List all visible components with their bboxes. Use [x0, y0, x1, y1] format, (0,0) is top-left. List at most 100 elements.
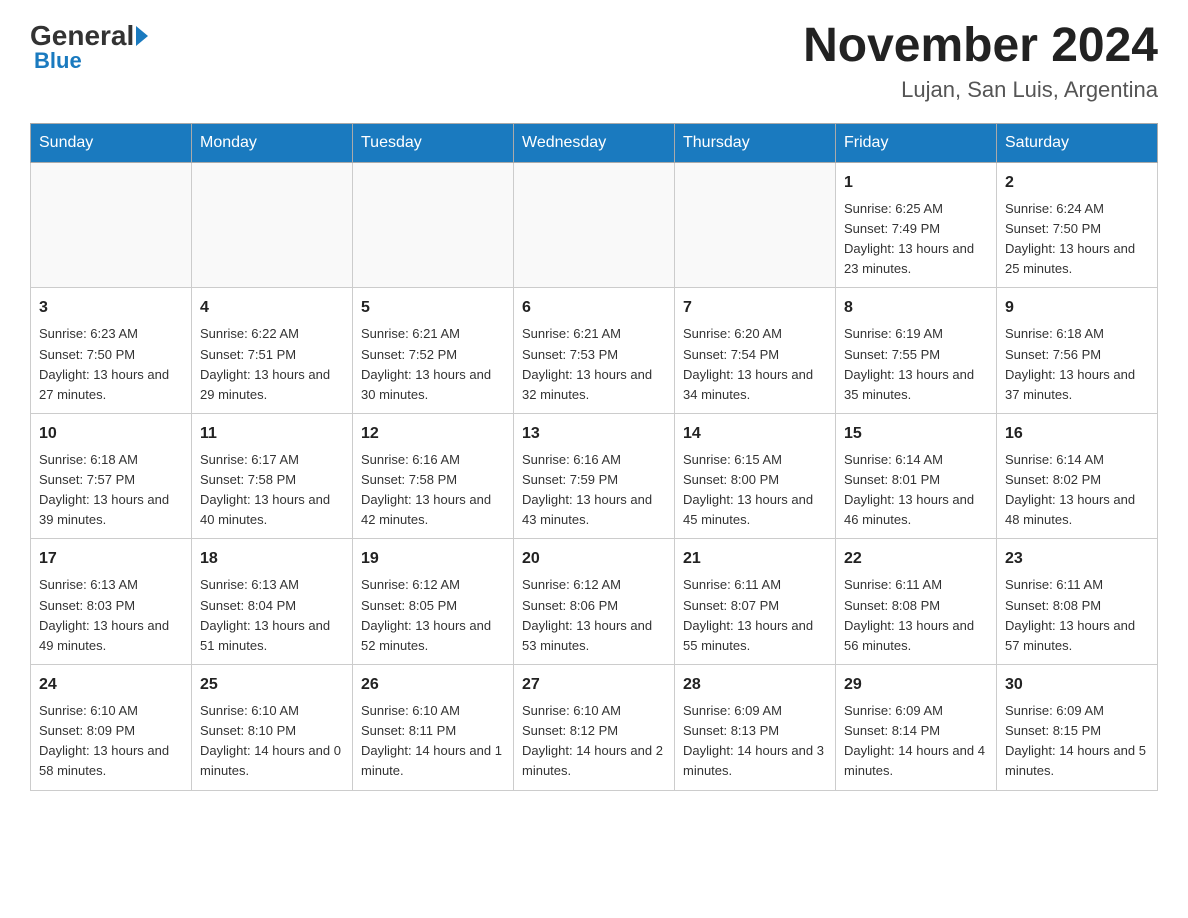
- day-info: Sunrise: 6:10 AMSunset: 8:10 PMDaylight:…: [200, 701, 344, 782]
- calendar-cell: 27 Sunrise: 6:10 AMSunset: 8:12 PMDayligh…: [514, 665, 675, 791]
- day-info: Sunrise: 6:09 AMSunset: 8:13 PMDaylight:…: [683, 701, 827, 782]
- calendar-cell: [353, 162, 514, 288]
- day-number: 5: [361, 296, 505, 320]
- day-info: Sunrise: 6:11 AMSunset: 8:07 PMDaylight:…: [683, 575, 827, 656]
- day-number: 1: [844, 171, 988, 195]
- day-info: Sunrise: 6:11 AMSunset: 8:08 PMDaylight:…: [1005, 575, 1149, 656]
- calendar-cell: 17Sunrise: 6:13 AMSunset: 8:03 PMDayligh…: [31, 539, 192, 665]
- calendar-cell: [31, 162, 192, 288]
- month-title: November 2024: [803, 20, 1158, 73]
- day-number: 11: [200, 422, 344, 446]
- calendar-cell: 1Sunrise: 6:25 AMSunset: 7:49 PMDaylight…: [836, 162, 997, 288]
- calendar-cell: 20 Sunrise: 6:12 AMSunset: 8:06 PMDayligh…: [514, 539, 675, 665]
- calendar-week-row: 3 Sunrise: 6:23 AMSunset: 7:50 PMDaylight…: [31, 288, 1158, 414]
- calendar-body: 1Sunrise: 6:25 AMSunset: 7:49 PMDaylight…: [31, 162, 1158, 790]
- calendar-cell: 18Sunrise: 6:13 AMSunset: 8:04 PMDayligh…: [192, 539, 353, 665]
- calendar-cell: 23 Sunrise: 6:11 AMSunset: 8:08 PMDayligh…: [997, 539, 1158, 665]
- day-info: Sunrise: 6:13 AMSunset: 8:04 PMDaylight:…: [200, 575, 344, 656]
- day-info: Sunrise: 6:16 AMSunset: 7:58 PMDaylight:…: [361, 450, 505, 531]
- calendar-cell: 12 Sunrise: 6:16 AMSunset: 7:58 PMDayligh…: [353, 413, 514, 539]
- day-info: Sunrise: 6:20 AMSunset: 7:54 PMDaylight:…: [683, 324, 827, 405]
- day-number: 7: [683, 296, 827, 320]
- calendar-cell: 29Sunrise: 6:09 AMSunset: 8:14 PMDayligh…: [836, 665, 997, 791]
- day-number: 10: [39, 422, 183, 446]
- calendar-cell: 2 Sunrise: 6:24 AMSunset: 7:50 PMDaylight…: [997, 162, 1158, 288]
- title-section: November 2024 Lujan, San Luis, Argentina: [803, 20, 1158, 103]
- calendar-cell: 30Sunrise: 6:09 AMSunset: 8:15 PMDayligh…: [997, 665, 1158, 791]
- logo-triangle-icon: [136, 26, 148, 46]
- day-number: 15: [844, 422, 988, 446]
- day-number: 2: [1005, 171, 1149, 195]
- day-info: Sunrise: 6:18 AMSunset: 7:57 PMDaylight:…: [39, 450, 183, 531]
- day-number: 20: [522, 547, 666, 571]
- calendar-cell: 3 Sunrise: 6:23 AMSunset: 7:50 PMDaylight…: [31, 288, 192, 414]
- calendar-week-row: 10 Sunrise: 6:18 AMSunset: 7:57 PMDayligh…: [31, 413, 1158, 539]
- calendar-week-row: 17Sunrise: 6:13 AMSunset: 8:03 PMDayligh…: [31, 539, 1158, 665]
- calendar-cell: [192, 162, 353, 288]
- calendar-cell: 26Sunrise: 6:10 AMSunset: 8:11 PMDayligh…: [353, 665, 514, 791]
- day-info: Sunrise: 6:16 AMSunset: 7:59 PMDaylight:…: [522, 450, 666, 531]
- calendar-cell: 19 Sunrise: 6:12 AMSunset: 8:05 PMDayligh…: [353, 539, 514, 665]
- day-info: Sunrise: 6:21 AMSunset: 7:52 PMDaylight:…: [361, 324, 505, 405]
- day-info: Sunrise: 6:18 AMSunset: 7:56 PMDaylight:…: [1005, 324, 1149, 405]
- calendar-cell: 13 Sunrise: 6:16 AMSunset: 7:59 PMDayligh…: [514, 413, 675, 539]
- day-info: Sunrise: 6:10 AMSunset: 8:09 PMDaylight:…: [39, 701, 183, 782]
- day-number: 13: [522, 422, 666, 446]
- day-info: Sunrise: 6:15 AMSunset: 8:00 PMDaylight:…: [683, 450, 827, 531]
- days-of-week-row: SundayMondayTuesdayWednesdayThursdayFrid…: [31, 123, 1158, 162]
- day-info: Sunrise: 6:19 AMSunset: 7:55 PMDaylight:…: [844, 324, 988, 405]
- day-of-week-header: Friday: [836, 123, 997, 162]
- calendar-cell: 4 Sunrise: 6:22 AMSunset: 7:51 PMDaylight…: [192, 288, 353, 414]
- day-number: 27: [522, 673, 666, 697]
- day-number: 3: [39, 296, 183, 320]
- day-info: Sunrise: 6:12 AMSunset: 8:06 PMDaylight:…: [522, 575, 666, 656]
- calendar-header: SundayMondayTuesdayWednesdayThursdayFrid…: [31, 123, 1158, 162]
- day-number: 21: [683, 547, 827, 571]
- location-label: Lujan, San Luis, Argentina: [803, 77, 1158, 103]
- calendar-cell: 9 Sunrise: 6:18 AMSunset: 7:56 PMDaylight…: [997, 288, 1158, 414]
- day-of-week-header: Wednesday: [514, 123, 675, 162]
- day-number: 16: [1005, 422, 1149, 446]
- calendar-cell: [675, 162, 836, 288]
- page-header: General Blue November 2024 Lujan, San Lu…: [30, 20, 1158, 103]
- calendar-cell: 6 Sunrise: 6:21 AMSunset: 7:53 PMDaylight…: [514, 288, 675, 414]
- day-of-week-header: Monday: [192, 123, 353, 162]
- day-info: Sunrise: 6:10 AMSunset: 8:12 PMDaylight:…: [522, 701, 666, 782]
- calendar-cell: 14 Sunrise: 6:15 AMSunset: 8:00 PMDayligh…: [675, 413, 836, 539]
- day-info: Sunrise: 6:22 AMSunset: 7:51 PMDaylight:…: [200, 324, 344, 405]
- day-number: 17: [39, 547, 183, 571]
- day-number: 14: [683, 422, 827, 446]
- day-number: 9: [1005, 296, 1149, 320]
- day-number: 23: [1005, 547, 1149, 571]
- logo: General Blue: [30, 20, 148, 74]
- day-info: Sunrise: 6:17 AMSunset: 7:58 PMDaylight:…: [200, 450, 344, 531]
- calendar-table: SundayMondayTuesdayWednesdayThursdayFrid…: [30, 123, 1158, 791]
- day-number: 4: [200, 296, 344, 320]
- day-number: 29: [844, 673, 988, 697]
- calendar-cell: 22Sunrise: 6:11 AMSunset: 8:08 PMDayligh…: [836, 539, 997, 665]
- day-of-week-header: Tuesday: [353, 123, 514, 162]
- calendar-week-row: 1Sunrise: 6:25 AMSunset: 7:49 PMDaylight…: [31, 162, 1158, 288]
- calendar-cell: 5 Sunrise: 6:21 AMSunset: 7:52 PMDaylight…: [353, 288, 514, 414]
- calendar-cell: 15Sunrise: 6:14 AMSunset: 8:01 PMDayligh…: [836, 413, 997, 539]
- calendar-cell: 10 Sunrise: 6:18 AMSunset: 7:57 PMDayligh…: [31, 413, 192, 539]
- day-number: 12: [361, 422, 505, 446]
- day-number: 28: [683, 673, 827, 697]
- calendar-cell: 7 Sunrise: 6:20 AMSunset: 7:54 PMDaylight…: [675, 288, 836, 414]
- day-number: 24: [39, 673, 183, 697]
- calendar-cell: 16 Sunrise: 6:14 AMSunset: 8:02 PMDayligh…: [997, 413, 1158, 539]
- day-info: Sunrise: 6:23 AMSunset: 7:50 PMDaylight:…: [39, 324, 183, 405]
- day-of-week-header: Thursday: [675, 123, 836, 162]
- day-number: 6: [522, 296, 666, 320]
- day-of-week-header: Saturday: [997, 123, 1158, 162]
- calendar-cell: [514, 162, 675, 288]
- day-number: 19: [361, 547, 505, 571]
- day-of-week-header: Sunday: [31, 123, 192, 162]
- day-info: Sunrise: 6:24 AMSunset: 7:50 PMDaylight:…: [1005, 199, 1149, 280]
- day-number: 22: [844, 547, 988, 571]
- day-info: Sunrise: 6:21 AMSunset: 7:53 PMDaylight:…: [522, 324, 666, 405]
- day-number: 26: [361, 673, 505, 697]
- day-info: Sunrise: 6:14 AMSunset: 8:02 PMDaylight:…: [1005, 450, 1149, 531]
- day-info: Sunrise: 6:12 AMSunset: 8:05 PMDaylight:…: [361, 575, 505, 656]
- day-info: Sunrise: 6:09 AMSunset: 8:15 PMDaylight:…: [1005, 701, 1149, 782]
